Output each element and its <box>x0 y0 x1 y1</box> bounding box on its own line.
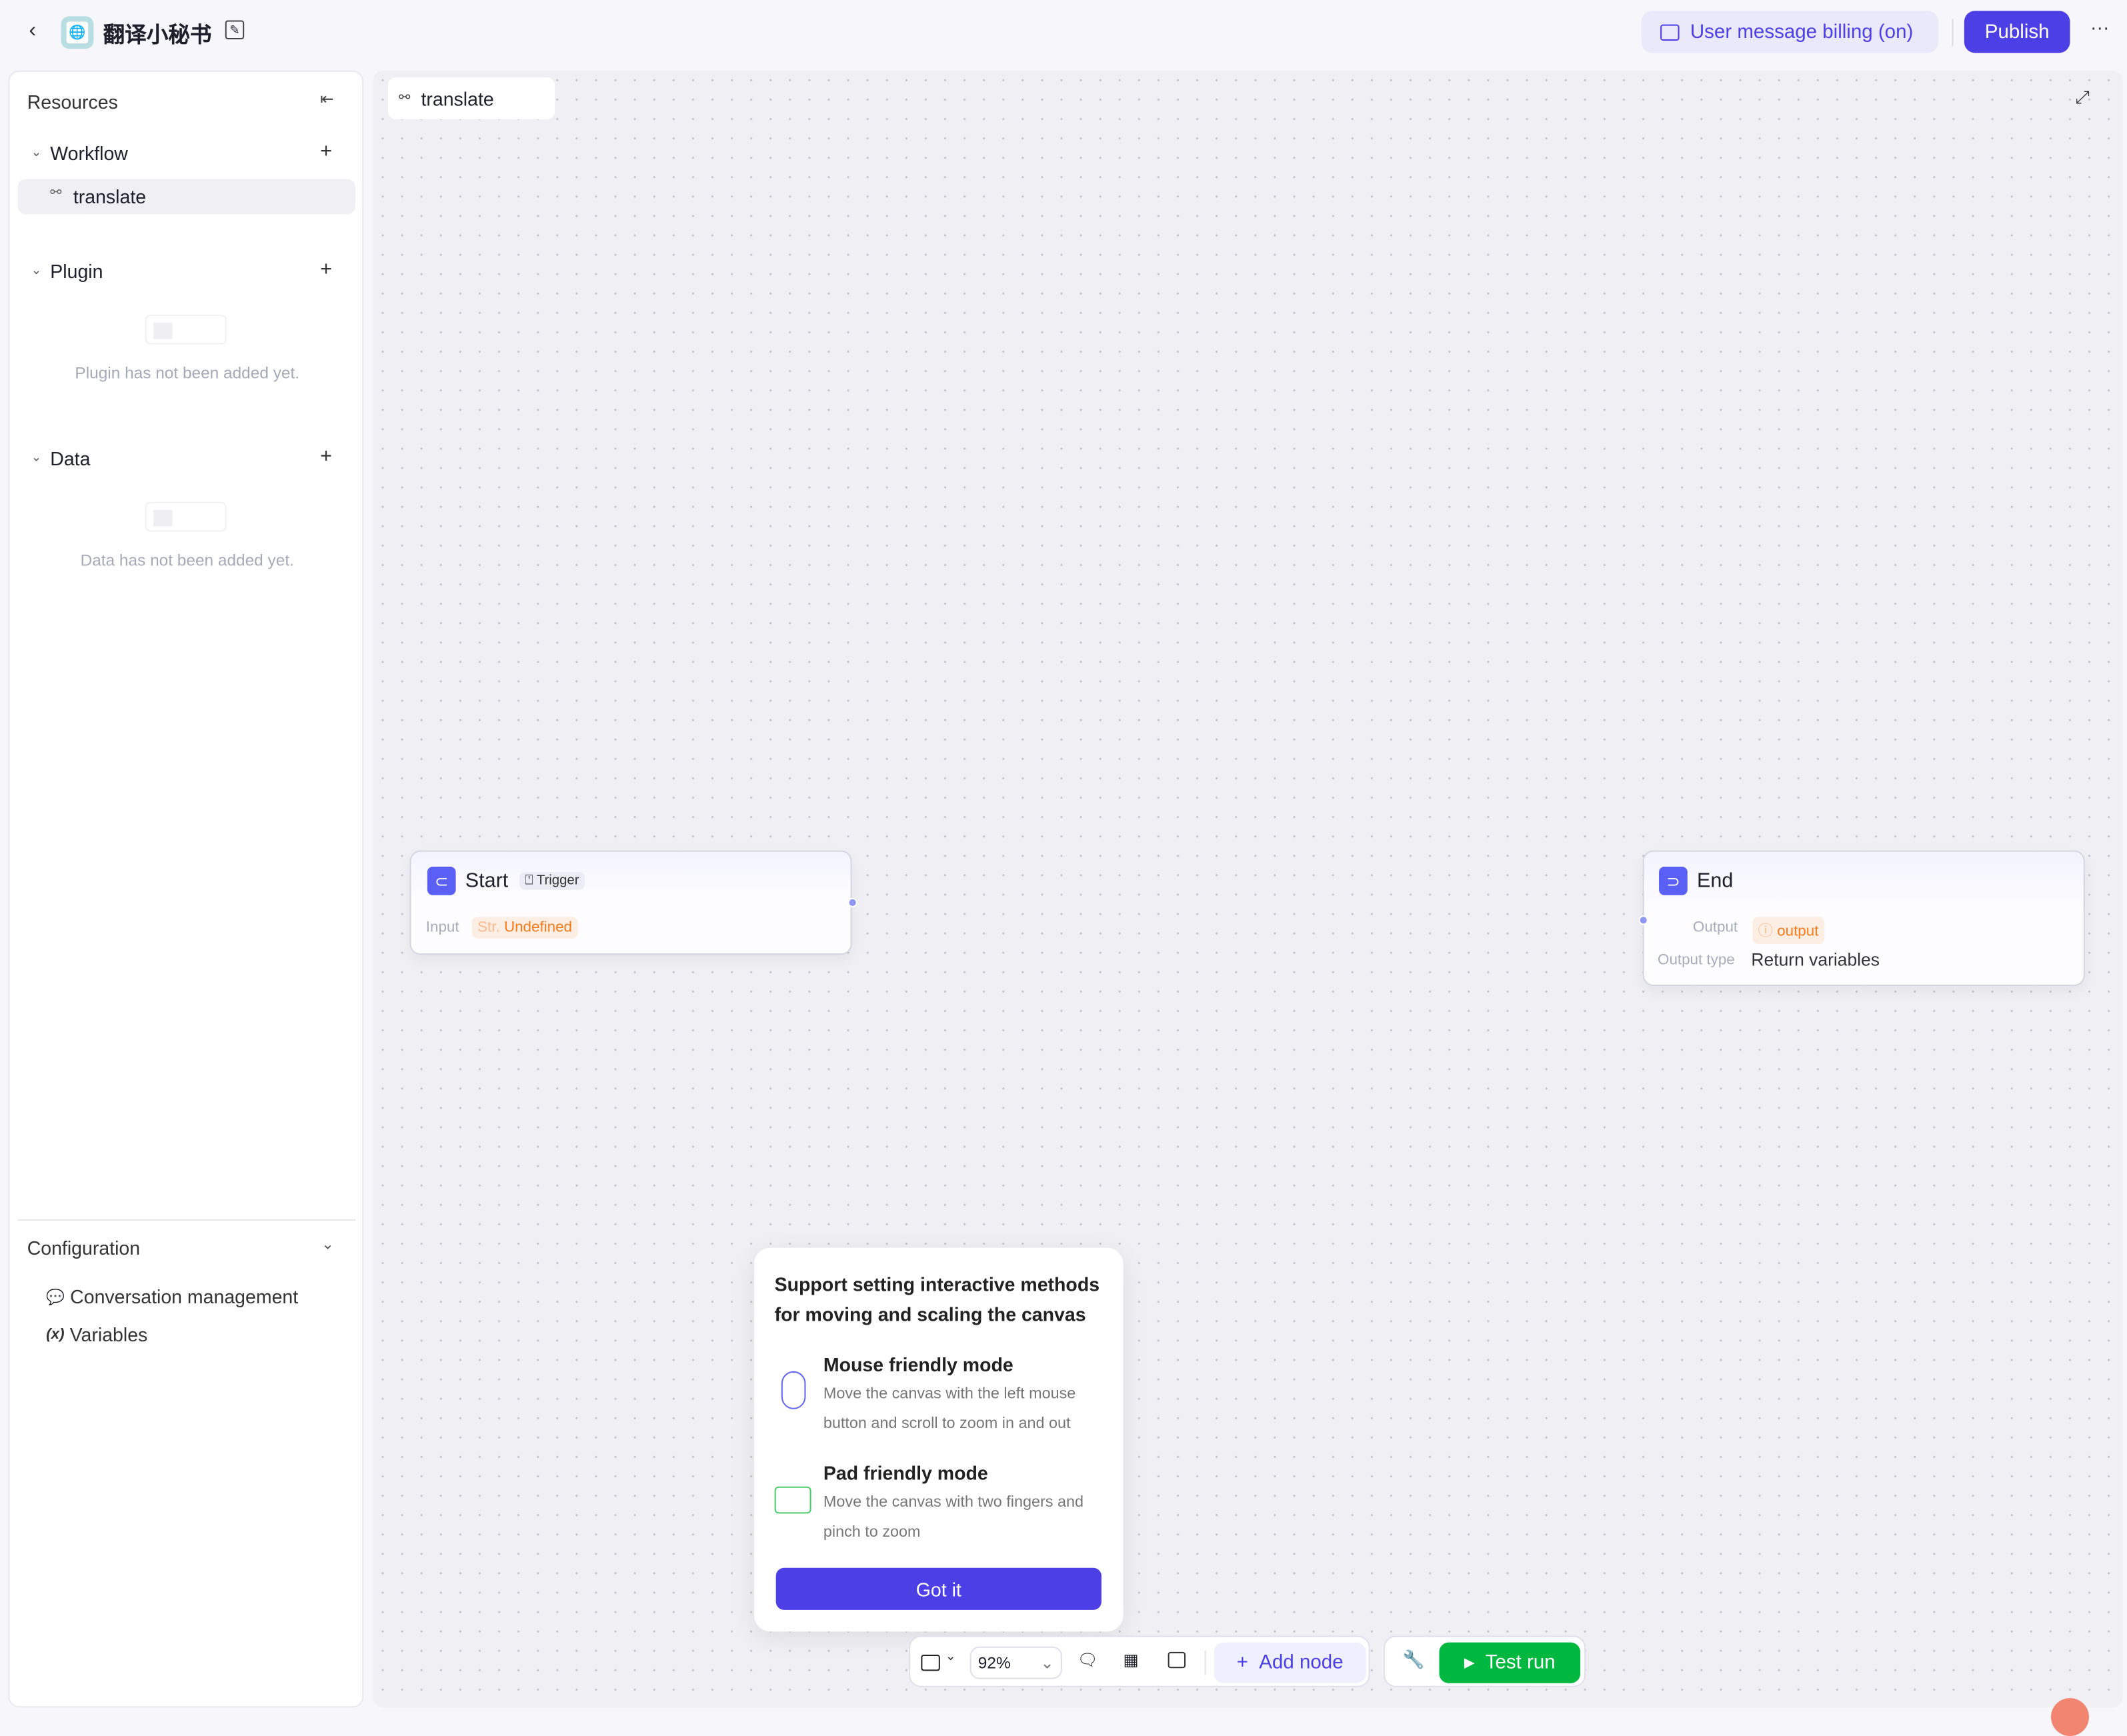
config-item-variables[interactable]: (x) Variables <box>46 1324 147 1346</box>
collapse-sidebar-icon[interactable]: ⇤ <box>320 89 333 108</box>
test-run-button[interactable]: ▶ Test run <box>1439 1642 1581 1683</box>
output-value: output <box>1777 923 1819 940</box>
zoom-value: 92% <box>977 1653 1011 1673</box>
chevron-down-icon[interactable]: ⌄ <box>321 1235 334 1253</box>
layout-icon[interactable]: ▦ <box>1123 1651 1138 1669</box>
resources-sidebar: Resources ⇤ ⌄ Workflow + ⚯ translate ⌄ P… <box>8 70 364 1708</box>
item-label: translate <box>73 185 147 208</box>
workflow-canvas[interactable]: ⚯ translate ⤢ ⊂ Start ⍞ Trigger Input St… <box>373 70 2123 1708</box>
divider <box>17 1219 356 1221</box>
plugin-empty-text: Plugin has not been added yet. <box>75 363 300 383</box>
empty-placeholder-icon <box>145 314 227 345</box>
back-icon[interactable]: ‹ <box>22 19 44 43</box>
comment-icon[interactable]: 🗨 <box>1077 1651 1098 1669</box>
billing-label: User message billing (on) <box>1690 21 1914 43</box>
floating-assistant-icon[interactable] <box>2051 1698 2089 1736</box>
interaction-mode-popover: Support setting interactive methods for … <box>754 1247 1124 1632</box>
output-tag: ⓘ output <box>1752 917 1824 944</box>
section-configuration[interactable]: Configuration <box>27 1237 140 1259</box>
empty-placeholder-icon <box>145 501 227 532</box>
output-type-label: Output type <box>1658 952 1735 969</box>
config-item-conversation[interactable]: 💬 Conversation management <box>46 1286 298 1308</box>
tab-label: translate <box>421 87 494 109</box>
publish-button[interactable]: Publish <box>1964 11 2070 53</box>
chevron-down-icon[interactable]: ⌄ <box>31 145 41 160</box>
mouse-icon <box>781 1371 806 1409</box>
pad-mode-option[interactable]: Pad friendly mode Move the canvas with t… <box>774 1461 1107 1555</box>
node-title: End <box>1697 869 1734 893</box>
zoom-select[interactable]: 92% ⌄ <box>969 1646 1062 1679</box>
test-run-label: Test run <box>1485 1651 1556 1674</box>
section-data[interactable]: Data <box>50 447 90 469</box>
wallet-icon <box>1660 23 1680 41</box>
pad-icon <box>774 1486 811 1514</box>
item-label: Conversation management <box>70 1285 299 1308</box>
bot-title: 翻译小秘书 <box>103 21 212 48</box>
add-node-label: Add node <box>1259 1651 1344 1674</box>
type-label: Str. <box>477 919 500 936</box>
input-label: Input <box>425 919 459 936</box>
more-icon[interactable]: ··· <box>2090 16 2109 38</box>
canvas-toolbar: ⌄ 92% ⌄ 🗨 ▦ + Add node <box>909 1635 1370 1687</box>
add-node-button[interactable]: + Add node <box>1214 1642 1366 1683</box>
pad-mode-desc: Move the canvas with two fingers and pin… <box>823 1494 1084 1541</box>
workflow-icon: ⚯ <box>50 185 62 201</box>
section-plugin[interactable]: Plugin <box>50 261 103 283</box>
end-node[interactable]: ⊃ End Output ⓘ output Output type Return… <box>1638 850 2085 987</box>
start-icon: ⊂ <box>427 866 456 895</box>
input-value: Undefined <box>503 919 572 936</box>
output-label: Output <box>1692 919 1738 936</box>
bot-avatar: 🌐 <box>61 16 94 49</box>
node-title: Start <box>465 869 509 893</box>
run-toolbar: 🔧 ▶ Test run <box>1384 1635 1586 1687</box>
interaction-mode-icon[interactable] <box>921 1654 940 1671</box>
pad-mode-title: Pad friendly mode <box>823 1462 988 1484</box>
warning-icon: ⓘ <box>1758 923 1773 940</box>
chevron-down-icon[interactable]: ⌄ <box>31 263 41 278</box>
input-handle[interactable] <box>1638 915 1648 925</box>
sidebar-title: Resources <box>27 91 118 113</box>
plus-icon: + <box>1236 1651 1249 1674</box>
data-empty-text: Data has not been added yet. <box>80 550 294 570</box>
variable-x-icon: (x) <box>46 1326 65 1343</box>
chevron-down-icon[interactable]: ⌄ <box>31 450 41 465</box>
sidebar-item-translate[interactable]: ⚯ translate <box>17 179 356 215</box>
divider <box>1952 19 1954 47</box>
divider <box>1204 1650 1206 1675</box>
trigger-badge: ⍞ Trigger <box>519 872 585 890</box>
mouse-mode-title: Mouse friendly mode <box>823 1353 1013 1375</box>
add-plugin-icon[interactable]: + <box>320 258 332 281</box>
got-it-button[interactable]: Got it <box>775 1567 1102 1610</box>
badge-label: Trigger <box>536 873 579 889</box>
popover-title: Support setting interactive methods for … <box>774 1273 1100 1325</box>
fullscreen-icon[interactable]: ⤢ <box>2076 87 2090 109</box>
start-node[interactable]: ⊂ Start ⍞ Trigger Input Str. Undefined <box>409 850 857 955</box>
edit-icon[interactable]: ✎ <box>225 20 245 39</box>
workflow-icon: ⚯ <box>399 91 411 106</box>
mouse-mode-option[interactable]: Mouse friendly mode Move the canvas with… <box>775 1351 1107 1445</box>
minimap-icon[interactable] <box>1168 1651 1186 1669</box>
mouse-mode-desc: Move the canvas with the left mouse butt… <box>823 1386 1076 1432</box>
chat-gear-icon: 💬 <box>46 1289 65 1306</box>
chevron-down-icon[interactable]: ⌄ <box>945 1649 955 1664</box>
output-type-value: Return variables <box>1751 949 1880 970</box>
output-handle[interactable] <box>847 897 857 908</box>
input-tag: Str. Undefined <box>471 917 578 939</box>
chevron-down-icon: ⌄ <box>1040 1653 1054 1673</box>
billing-button[interactable]: User message billing (on) <box>1641 11 1939 53</box>
section-workflow[interactable]: Workflow <box>50 143 128 165</box>
add-data-icon[interactable]: + <box>320 445 332 468</box>
add-workflow-icon[interactable]: + <box>320 140 332 163</box>
wrench-icon[interactable]: 🔧 <box>1403 1649 1425 1671</box>
item-label: Variables <box>69 1323 148 1346</box>
tab-translate[interactable]: ⚯ translate <box>387 77 555 120</box>
play-icon: ▶ <box>1464 1655 1475 1671</box>
end-icon: ⊃ <box>1659 866 1688 895</box>
